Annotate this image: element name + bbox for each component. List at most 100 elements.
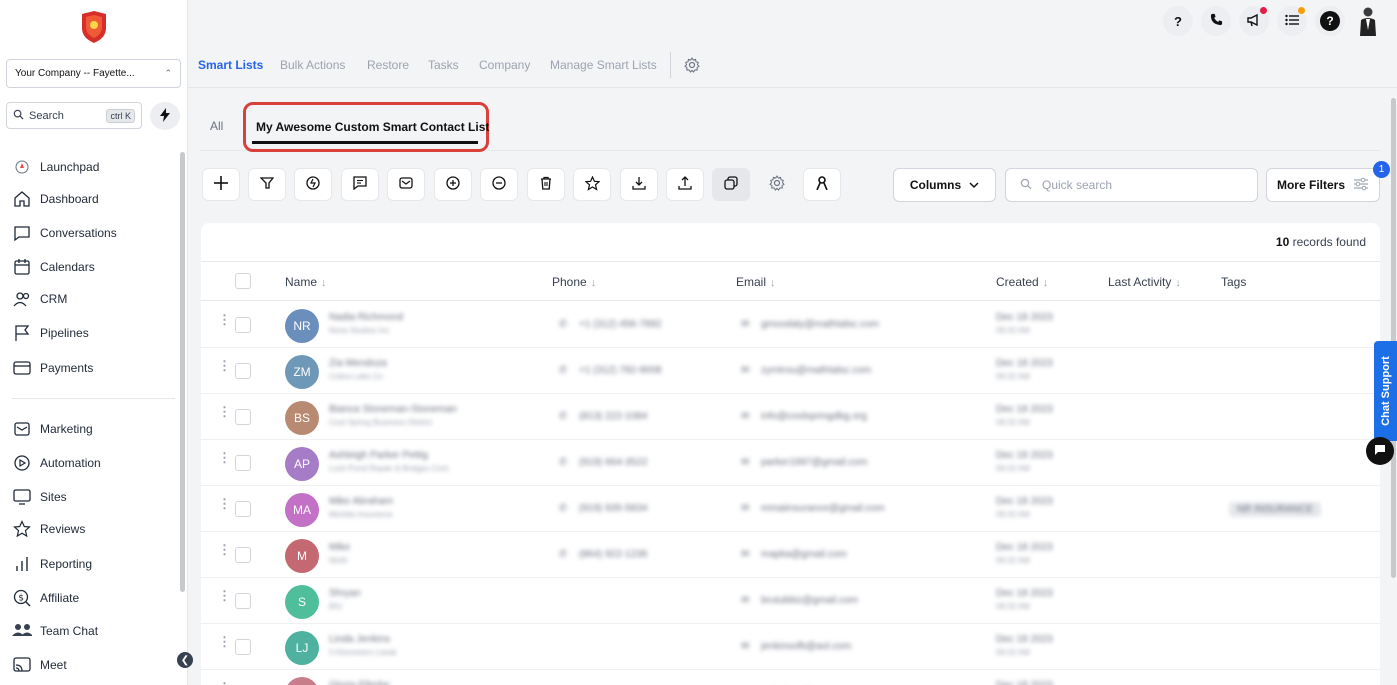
contact-name[interactable]: Bianca Stoneman-Stoneman bbox=[329, 404, 457, 415]
tag-chip[interactable]: NR INSURANCE bbox=[1229, 502, 1322, 517]
tab-restore[interactable]: Restore bbox=[367, 58, 409, 72]
drag-handle-icon[interactable]: ⋮ bbox=[218, 451, 231, 464]
column-header-email[interactable]: Email ↓ bbox=[736, 275, 776, 289]
contact-name[interactable]: Mike bbox=[329, 542, 350, 553]
sidebar-item-calendars[interactable]: Calendars bbox=[12, 256, 95, 278]
contact-avatar[interactable]: NR bbox=[285, 309, 319, 343]
brand-logo[interactable] bbox=[80, 10, 108, 44]
contact-avatar[interactable]: M bbox=[285, 539, 319, 573]
contact-name[interactable]: Ashleigh Parker Pettig bbox=[329, 450, 428, 461]
add-to-workflow-button[interactable] bbox=[294, 168, 332, 201]
table-row[interactable]: ⋮ NR Nadia Richmond Nova Studios Inc ✆ +1 (31… bbox=[201, 302, 1380, 348]
drag-handle-icon[interactable]: ⋮ bbox=[218, 497, 231, 510]
pipeline-button[interactable] bbox=[248, 168, 286, 201]
contact-email[interactable]: gmoodaly@mathtalsc.com bbox=[761, 319, 879, 330]
sidebar-item-team-chat[interactable]: Team Chat bbox=[12, 620, 98, 642]
columns-button[interactable]: Columns bbox=[893, 168, 996, 202]
tab-custom-list[interactable]: My Awesome Custom Smart Contact List bbox=[256, 120, 489, 134]
table-row[interactable]: ⋮ MA Mike Abraham Meridia Insurance ✆ (919) 9… bbox=[201, 486, 1380, 532]
contact-phone[interactable]: +1 (312) 782-9008 bbox=[579, 365, 662, 376]
quick-actions-button[interactable] bbox=[150, 102, 180, 130]
review-request-button[interactable] bbox=[573, 168, 611, 201]
column-header-tags[interactable]: Tags bbox=[1221, 275, 1246, 289]
row-checkbox[interactable] bbox=[235, 363, 251, 379]
tab-company[interactable]: Company bbox=[479, 58, 530, 72]
contact-avatar[interactable]: GE bbox=[285, 677, 319, 685]
assign-user-button[interactable] bbox=[803, 168, 841, 201]
row-checkbox[interactable] bbox=[235, 409, 251, 425]
list-settings-button[interactable] bbox=[758, 168, 796, 201]
table-row[interactable]: ⋮ S Shryan BIU ✉ brutubbiz@gmail.com Dec 18 20… bbox=[201, 578, 1380, 624]
send-email-button[interactable] bbox=[387, 168, 425, 201]
drag-handle-icon[interactable]: ⋮ bbox=[218, 405, 231, 418]
sidebar-item-meet[interactable]: Meet bbox=[12, 654, 67, 676]
contact-email[interactable]: parker1997@gmail.com bbox=[761, 457, 867, 468]
sidebar-item-crm[interactable]: CRM bbox=[12, 288, 67, 310]
chat-widget-button[interactable] bbox=[1366, 437, 1394, 465]
sidebar-item-sites[interactable]: Sites bbox=[12, 486, 67, 508]
add-contact-button[interactable] bbox=[202, 168, 240, 201]
help-button[interactable]: ? bbox=[1315, 6, 1345, 36]
row-checkbox[interactable] bbox=[235, 501, 251, 517]
row-checkbox[interactable] bbox=[235, 317, 251, 333]
sidebar-scrollbar[interactable] bbox=[180, 152, 185, 592]
contact-email[interactable]: jenkinsofb@aol.com bbox=[761, 641, 851, 652]
table-row[interactable]: ⋮ ZM Zia Mendoza Cobra Labs Co ✆ +1 (312) 782… bbox=[201, 348, 1380, 394]
sidebar-search[interactable]: Search ctrl K bbox=[6, 102, 142, 129]
tasks-button[interactable] bbox=[1277, 6, 1307, 36]
contact-phone[interactable]: +1 (312) 456-7892 bbox=[579, 319, 662, 330]
row-checkbox[interactable] bbox=[235, 593, 251, 609]
drag-handle-icon[interactable]: ⋮ bbox=[218, 313, 231, 326]
row-checkbox[interactable] bbox=[235, 455, 251, 471]
contact-phone[interactable]: (919) 664-3522 bbox=[579, 457, 647, 468]
phone-button[interactable] bbox=[1201, 6, 1231, 36]
row-checkbox[interactable] bbox=[235, 547, 251, 563]
column-header-phone[interactable]: Phone ↓ bbox=[552, 275, 596, 289]
contact-email[interactable]: mapka@gmail.com bbox=[761, 549, 847, 560]
sidebar-item-launchpad[interactable]: Launchpad bbox=[12, 156, 99, 178]
contact-phone[interactable]: (864) 922-1236 bbox=[579, 549, 647, 560]
sidebar-item-affiliate[interactable]: $ Affiliate bbox=[12, 587, 79, 609]
collapse-sidebar-button[interactable]: ❮ bbox=[177, 652, 193, 668]
contact-avatar[interactable]: S bbox=[285, 585, 319, 619]
contact-name[interactable]: Gloria Ellerbe bbox=[329, 680, 390, 685]
add-tag-button[interactable] bbox=[434, 168, 472, 201]
column-header-created[interactable]: Created ↓ bbox=[996, 275, 1048, 289]
chat-support-tab[interactable]: Chat Support bbox=[1374, 341, 1397, 441]
table-row[interactable]: ⋮ LJ Linda Jenkins 5 Kilometers Listak ✉ jenk… bbox=[201, 624, 1380, 670]
contact-email[interactable]: mmaiinsurance@gmail.com bbox=[761, 503, 885, 514]
select-all-checkbox[interactable] bbox=[235, 273, 251, 289]
import-button[interactable] bbox=[666, 168, 704, 201]
quick-search-input[interactable]: Quick search bbox=[1005, 168, 1258, 202]
drag-handle-icon[interactable]: ⋮ bbox=[218, 543, 231, 556]
row-checkbox[interactable] bbox=[235, 639, 251, 655]
company-selector[interactable]: Your Company -- Fayette... ⌃ bbox=[6, 59, 181, 88]
contact-name[interactable]: Shryan bbox=[329, 588, 361, 599]
more-filters-button[interactable]: More Filters bbox=[1266, 168, 1380, 202]
delete-button[interactable] bbox=[527, 168, 565, 201]
sidebar-item-dashboard[interactable]: Dashboard bbox=[12, 188, 99, 210]
contact-name[interactable]: Mike Abraham bbox=[329, 496, 393, 507]
drag-handle-icon[interactable]: ⋮ bbox=[218, 359, 231, 372]
tab-tasks[interactable]: Tasks bbox=[428, 58, 459, 72]
main-scrollbar[interactable] bbox=[1391, 98, 1396, 578]
contact-phone[interactable]: (813) 222-1084 bbox=[579, 411, 647, 422]
subnav-settings-gear-icon[interactable] bbox=[684, 57, 700, 76]
tab-smart-lists[interactable]: Smart Lists bbox=[198, 58, 263, 72]
drag-handle-icon[interactable]: ⋮ bbox=[218, 635, 231, 648]
contact-avatar[interactable]: ZM bbox=[285, 355, 319, 389]
drag-handle-icon[interactable]: ⋮ bbox=[218, 589, 231, 602]
contact-name[interactable]: Linda Jenkins bbox=[329, 634, 390, 645]
contact-name[interactable]: Nadia Richmond bbox=[329, 312, 403, 323]
tab-manage-smart-lists[interactable]: Manage Smart Lists bbox=[550, 58, 657, 72]
export-button[interactable] bbox=[620, 168, 658, 201]
table-row[interactable]: ⋮ M Mike Ninth ✆ (864) 922-1236 ✉ mapka@gmail.c… bbox=[201, 532, 1380, 578]
column-header-last-activity[interactable]: Last Activity ↓ bbox=[1108, 275, 1181, 289]
contact-avatar[interactable]: MA bbox=[285, 493, 319, 527]
contact-avatar[interactable]: LJ bbox=[285, 631, 319, 665]
tab-bulk-actions[interactable]: Bulk Actions bbox=[280, 58, 345, 72]
contact-email[interactable]: zymtrou@mathtalsc.com bbox=[761, 365, 871, 376]
contact-email[interactable]: info@coolspringdbg.org bbox=[761, 411, 867, 422]
sidebar-item-marketing[interactable]: Marketing bbox=[12, 418, 93, 440]
announcements-button[interactable] bbox=[1239, 6, 1269, 36]
